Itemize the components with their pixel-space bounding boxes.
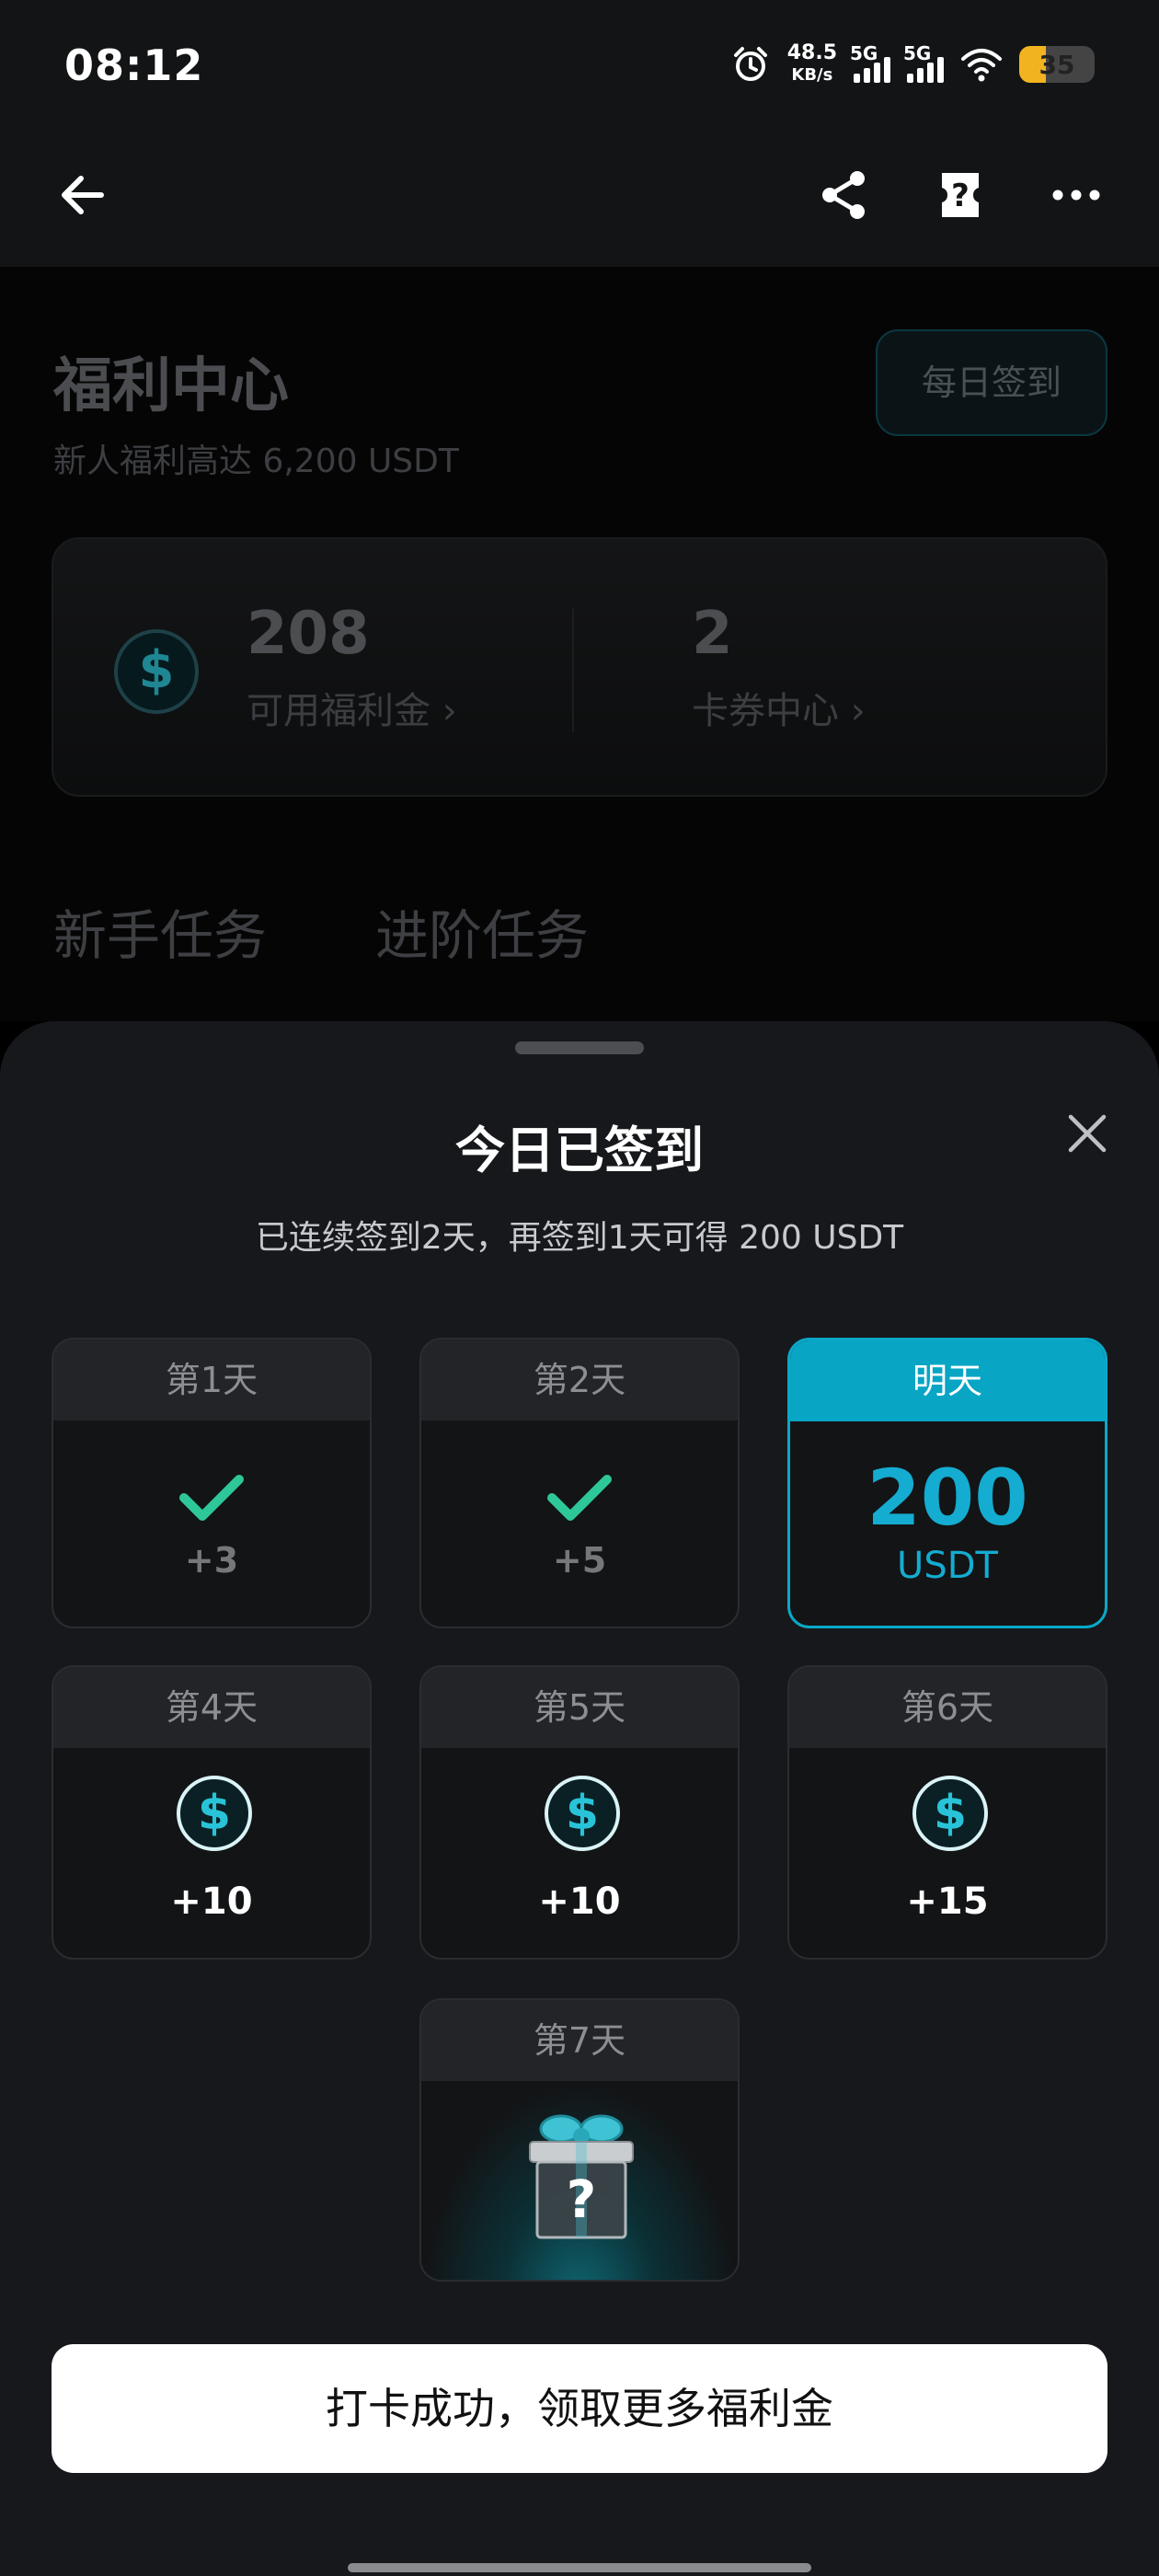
coupon-count: 2 (692, 600, 733, 668)
welfare-summary-card: $ 208 可用福利金 › 2 卡券中心 › (52, 537, 1107, 797)
status-icons: 48.5 KB/s 5G 5G 35 (730, 42, 1095, 86)
day-card-2: 第2天 +5 (419, 1338, 740, 1628)
welfare-center-page: 福利中心 新人福利高达 6,200 USDT 每日签到 $ 208 可用福利金 … (0, 267, 1159, 1021)
day-card-tomorrow: 明天 200 USDT (787, 1338, 1107, 1628)
day-card-4: 第4天 $ +10 (52, 1665, 372, 1960)
day-card-7: 第7天 ? (419, 1998, 740, 2282)
clock: 08:12 (64, 40, 204, 90)
home-indicator[interactable] (348, 2563, 811, 2572)
checkin-sheet: 今日已签到 已连续签到2天，再签到1天可得 200 USDT 第1天 +3 第2… (0, 1021, 1159, 2576)
check-icon (179, 1475, 244, 1521)
divider (572, 607, 574, 732)
day-reward: +3 (184, 1540, 239, 1581)
day-reward: +10 (538, 1880, 621, 1923)
day-reward: 200 (866, 1453, 1028, 1543)
welfare-balance: 208 (247, 600, 370, 668)
dollar-coin-icon: $ (912, 1776, 988, 1851)
coupon-center-link[interactable]: 卡券中心 › (692, 681, 866, 734)
dollar-coin-icon: $ (545, 1776, 620, 1851)
tab-advanced-tasks[interactable]: 进阶任务 (375, 892, 589, 970)
page-title: 福利中心 (53, 352, 289, 420)
network-speed: 48.5 KB/s (786, 41, 837, 86)
day-card-1: 第1天 +3 (52, 1338, 372, 1628)
more-icon[interactable] (1047, 166, 1106, 224)
dollar-coin-icon: $ (114, 629, 199, 714)
tab-beginner-tasks[interactable]: 新手任务 (53, 892, 267, 970)
top-nav: ? (0, 129, 1159, 267)
status-bar: 08:12 48.5 KB/s 5G 5G 35 (0, 0, 1159, 129)
welfare-balance-link[interactable]: 可用福利金 › (247, 681, 457, 734)
sheet-grabber[interactable] (515, 1041, 644, 1054)
day-label: 第1天 (53, 1340, 370, 1420)
help-icon[interactable]: ? (931, 166, 990, 224)
day-label: 第6天 (789, 1667, 1106, 1748)
day-label: 明天 (790, 1340, 1105, 1421)
share-icon[interactable] (815, 166, 874, 224)
battery-icon: 35 (1019, 46, 1095, 83)
svg-text:?: ? (567, 2170, 596, 2230)
dollar-coin-icon: $ (177, 1776, 252, 1851)
close-icon[interactable] (1063, 1110, 1111, 1157)
reward-unit: USDT (897, 1545, 998, 1587)
signal-2-icon: 5G (903, 42, 944, 83)
day-label: 第2天 (421, 1340, 738, 1420)
signal-1-icon: 5G (850, 42, 890, 83)
day-reward: +15 (906, 1880, 989, 1923)
check-icon (547, 1475, 612, 1521)
sheet-title: 今日已签到 (455, 1121, 704, 1179)
day-card-6: 第6天 $ +15 (787, 1665, 1107, 1960)
sheet-subtitle: 已连续签到2天，再签到1天可得 200 USDT (255, 1219, 904, 1257)
wifi-icon (961, 49, 1002, 82)
svg-text:?: ? (951, 178, 970, 214)
page-subtitle: 新人福利高达 6,200 USDT (53, 443, 459, 480)
day-label: 第5天 (421, 1667, 738, 1748)
day-label: 第4天 (53, 1667, 370, 1748)
day-card-5: 第5天 $ +10 (419, 1665, 740, 1960)
mystery-gift-icon: ? (529, 2114, 634, 2239)
day-reward: +10 (170, 1880, 253, 1923)
claim-more-button[interactable]: 打卡成功，领取更多福利金 (52, 2344, 1107, 2473)
arrow-left-icon[interactable] (53, 166, 112, 224)
day-label: 第7天 (421, 2000, 738, 2081)
alarm-icon (733, 47, 767, 81)
day-reward: +5 (552, 1540, 607, 1581)
daily-checkin-button[interactable]: 每日签到 (876, 329, 1107, 436)
